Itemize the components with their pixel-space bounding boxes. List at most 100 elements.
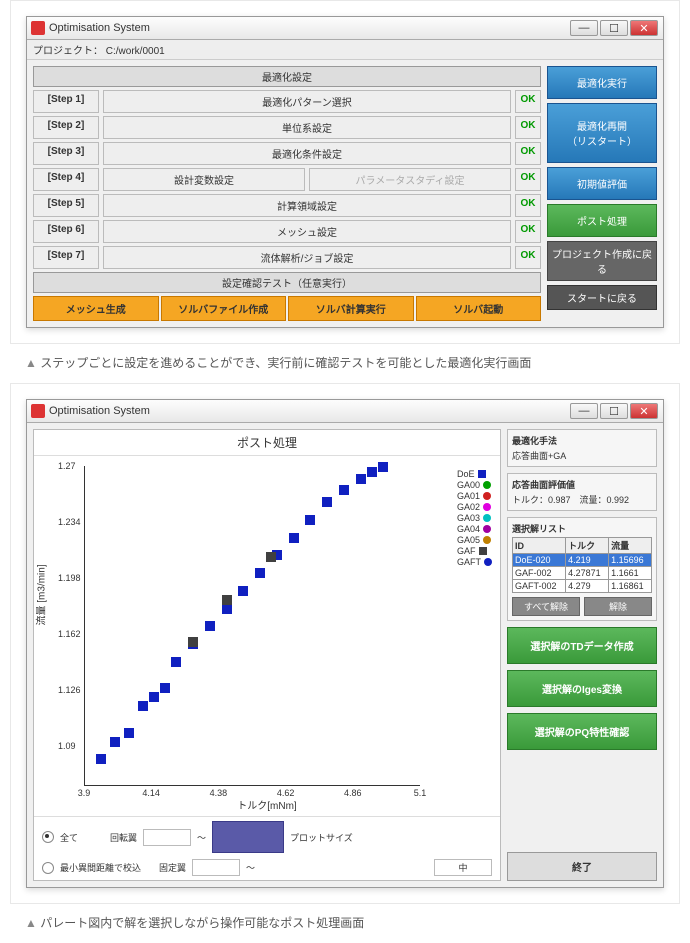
- chart-panel: ポスト処理 流量 [m3/min] トルク[mNm] DoEGA00GA01GA…: [33, 429, 501, 881]
- data-point[interactable]: [250, 581, 256, 587]
- y-axis-label: 流量 [m3/min]: [33, 564, 48, 625]
- data-point[interactable]: [202, 634, 208, 640]
- step-label: [Step 6]: [33, 220, 99, 243]
- side-button[interactable]: スタートに戻る: [547, 285, 657, 310]
- step-status: OK: [515, 116, 541, 139]
- data-point[interactable]: [378, 462, 388, 472]
- step-button[interactable]: 設計変数設定: [103, 168, 305, 191]
- data-point[interactable]: [216, 617, 222, 623]
- radio-all[interactable]: [42, 831, 54, 843]
- data-point[interactable]: [283, 542, 289, 548]
- data-point[interactable]: [263, 563, 269, 569]
- field-stator[interactable]: [192, 859, 240, 876]
- app-icon: [31, 21, 45, 35]
- step-button[interactable]: 最適化条件設定: [103, 142, 511, 165]
- table-row[interactable]: GAFT-0024.2791.16861: [513, 580, 652, 593]
- step-status: OK: [515, 220, 541, 243]
- data-point[interactable]: [222, 595, 232, 605]
- data-point[interactable]: [210, 631, 216, 637]
- data-point[interactable]: [188, 638, 194, 644]
- data-point[interactable]: [160, 683, 170, 693]
- test-header: 設定確認テスト（任意実行）: [33, 272, 541, 293]
- test-button[interactable]: メッシュ生成: [33, 296, 159, 321]
- table-row[interactable]: GAF-0024.278711.1661: [513, 567, 652, 580]
- data-point[interactable]: [305, 515, 315, 525]
- step-button[interactable]: 計算領域設定: [103, 194, 511, 217]
- steps-header: 最適化設定: [33, 66, 541, 87]
- step-label: [Step 7]: [33, 246, 99, 269]
- clear-button[interactable]: 解除: [584, 597, 652, 616]
- data-point[interactable]: [367, 467, 377, 477]
- data-point[interactable]: [322, 497, 332, 507]
- radio-mindist[interactable]: [42, 862, 54, 874]
- data-point[interactable]: [96, 754, 106, 764]
- action-button[interactable]: 選択解のPQ特性確認: [507, 713, 657, 750]
- test-button[interactable]: ソルバファイル作成: [161, 296, 287, 321]
- data-point[interactable]: [289, 533, 299, 543]
- action-button[interactable]: 選択解のIges変換: [507, 670, 657, 707]
- center-panel-button[interactable]: [212, 821, 284, 853]
- step-status: OK: [515, 246, 541, 269]
- step-label: [Step 1]: [33, 90, 99, 113]
- test-button[interactable]: ソルバ起動: [416, 296, 542, 321]
- selection-table[interactable]: IDトルク流量DoE-0204.2191.15696GAF-0024.27871…: [512, 537, 652, 593]
- action-button[interactable]: 選択解のTDデータ作成: [507, 627, 657, 664]
- side-button[interactable]: 初期値評価: [547, 167, 657, 200]
- chart-area[interactable]: 流量 [m3/min] トルク[mNm] DoEGA00GA01GA02GA03…: [34, 456, 500, 816]
- data-point[interactable]: [180, 666, 186, 672]
- close-button[interactable]: ✕: [630, 403, 658, 419]
- step-label: [Step 5]: [33, 194, 99, 217]
- data-point[interactable]: [132, 723, 138, 729]
- window-post: Optimisation System — ☐ ✕ ポスト処理 流量 [m3/m…: [26, 399, 664, 888]
- clear-all-button[interactable]: すべて解除: [512, 597, 580, 616]
- data-point[interactable]: [166, 679, 172, 685]
- data-point[interactable]: [171, 670, 177, 676]
- data-point[interactable]: [277, 549, 283, 555]
- data-point[interactable]: [138, 714, 144, 720]
- field-rotor[interactable]: [143, 829, 191, 846]
- data-point[interactable]: [143, 709, 149, 715]
- side-button[interactable]: プロジェクト作成に戻る: [547, 241, 657, 281]
- close-button[interactable]: ✕: [630, 20, 658, 36]
- test-button[interactable]: ソルバ計算実行: [288, 296, 414, 321]
- window-title: Optimisation System: [49, 405, 150, 417]
- data-point[interactable]: [255, 568, 265, 578]
- step-label: [Step 2]: [33, 116, 99, 139]
- minimize-button[interactable]: —: [570, 403, 598, 419]
- data-point[interactable]: [110, 744, 116, 750]
- data-point[interactable]: [194, 652, 200, 658]
- project-path: プロジェクト： C:/work/0001: [27, 40, 663, 60]
- method-info: 最適化手法 応答曲面+GA: [507, 429, 657, 467]
- selection-list: 選択解リスト IDトルク流量DoE-0204.2191.15696GAF-002…: [507, 517, 657, 621]
- side-button[interactable]: ポスト処理: [547, 204, 657, 237]
- data-point[interactable]: [121, 735, 127, 741]
- data-point[interactable]: [339, 485, 349, 495]
- data-point[interactable]: [233, 590, 239, 596]
- step-label: [Step 4]: [33, 168, 99, 191]
- data-point[interactable]: [266, 552, 276, 562]
- data-point[interactable]: [152, 696, 158, 702]
- table-row[interactable]: DoE-0204.2191.15696: [513, 554, 652, 567]
- chart-title: ポスト処理: [34, 430, 500, 456]
- step-button[interactable]: 単位系設定: [103, 116, 511, 139]
- plotsize-select[interactable]: 中: [434, 859, 492, 876]
- step-button[interactable]: メッシュ設定: [103, 220, 511, 243]
- step-button[interactable]: 最適化パターン選択: [103, 90, 511, 113]
- titlebar: Optimisation System — ☐ ✕: [27, 400, 663, 423]
- end-button[interactable]: 終了: [507, 852, 657, 881]
- data-point[interactable]: [244, 585, 250, 591]
- maximize-button[interactable]: ☐: [600, 403, 628, 419]
- steps-panel: 最適化設定 [Step 1]最適化パターン選択OK[Step 2]単位系設定OK…: [33, 66, 541, 321]
- step-button[interactable]: 流体解析/ジョブ設定: [103, 246, 511, 269]
- step-status: OK: [515, 90, 541, 113]
- data-point[interactable]: [356, 474, 366, 484]
- x-axis-label: トルク[mNm]: [237, 797, 296, 812]
- maximize-button[interactable]: ☐: [600, 20, 628, 36]
- data-point[interactable]: [104, 749, 110, 755]
- caption-2: パレート図内で解を選択しながら操作可能なポスト処理画面: [25, 914, 690, 931]
- side-button[interactable]: 最適化再開（リスタート）: [547, 103, 657, 163]
- side-button[interactable]: 最適化実行: [547, 66, 657, 99]
- minimize-button[interactable]: —: [570, 20, 598, 36]
- data-point[interactable]: [171, 657, 181, 667]
- data-point[interactable]: [183, 661, 189, 667]
